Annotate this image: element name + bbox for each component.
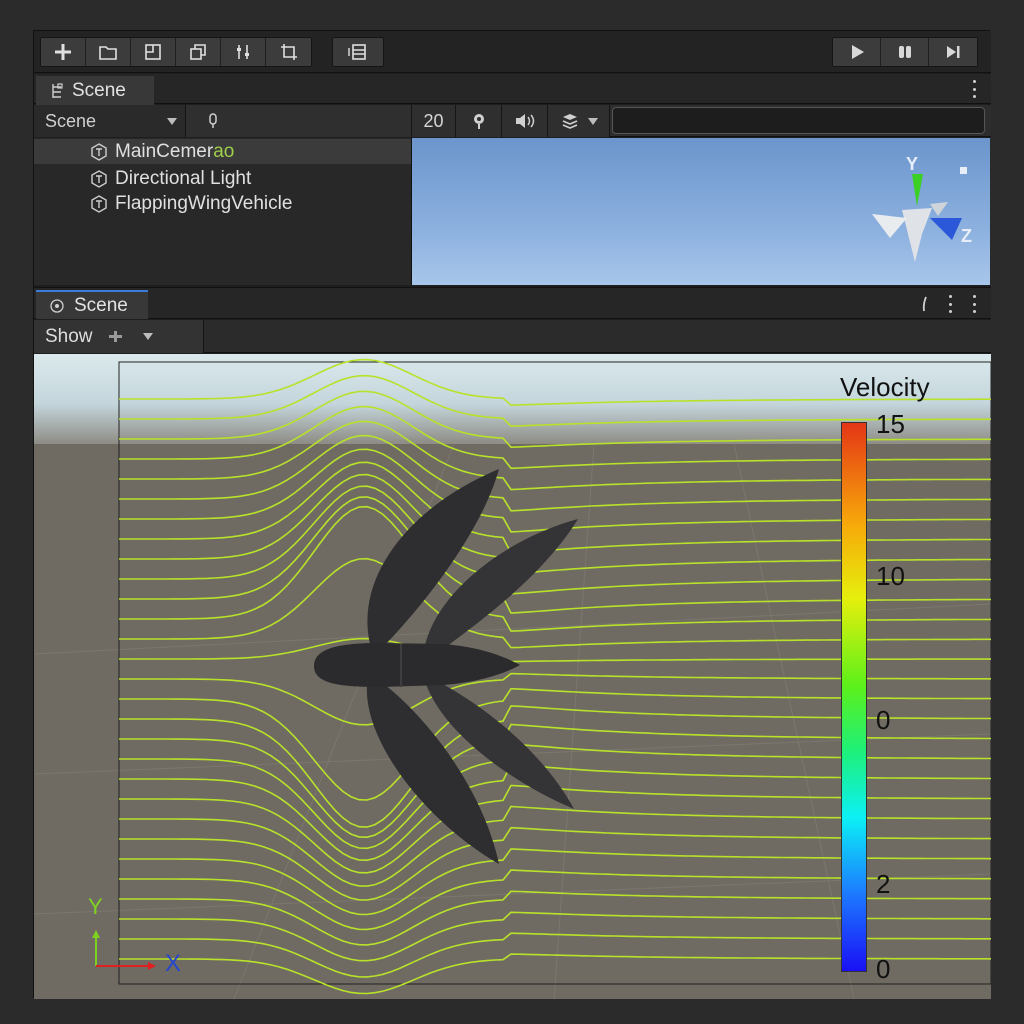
- list-item[interactable]: FlappingWingVehicle: [34, 191, 411, 216]
- tab-label: Scene: [72, 79, 126, 101]
- tab-menu-icon[interactable]: [949, 295, 953, 313]
- stack-icon: [562, 114, 577, 129]
- layers-icon: [190, 44, 206, 60]
- scene-dropdown-value: Scene: [45, 110, 97, 131]
- scene-dropdown[interactable]: Scene: [34, 105, 186, 137]
- colorbar-tick: 0: [876, 705, 891, 735]
- scene-preview[interactable]: Y Z: [411, 138, 990, 285]
- gizmo-center-cube: [902, 208, 932, 234]
- grid-icon: [145, 44, 161, 60]
- mic-icon: [209, 113, 217, 128]
- hierarchy-tab-bar: Scene: [34, 74, 991, 105]
- unity-editor-window: Scene Scene 20 MainCemerao Directional L…: [33, 30, 991, 999]
- search-input[interactable]: [612, 107, 985, 134]
- folder-icon: [99, 46, 117, 60]
- sliders-icon: [237, 45, 249, 59]
- hierarchy-icon: [52, 82, 63, 98]
- colorbar-tick: 0: [876, 954, 891, 984]
- play-button[interactable]: [833, 38, 881, 66]
- gizmo-corner-dot: [960, 167, 967, 174]
- count-field[interactable]: 20: [412, 105, 456, 137]
- layers-dropdown[interactable]: [548, 105, 610, 137]
- crop-icon: [280, 44, 297, 60]
- scene-tab-bar: Scene: [34, 287, 991, 319]
- colorbar-tick: 10: [876, 561, 905, 591]
- step-button[interactable]: [929, 38, 977, 66]
- transform-button[interactable]: [176, 38, 221, 66]
- scene-icon: [50, 298, 64, 313]
- scene-viewport[interactable]: Velocity 15 10 0 2 0 Y X: [34, 354, 991, 999]
- folder-button[interactable]: [86, 38, 131, 66]
- window-menu-icon[interactable]: [973, 295, 977, 313]
- tab-scene-hierarchy[interactable]: Scene: [36, 76, 154, 105]
- pause-icon: [898, 46, 911, 58]
- speaker-icon: [515, 114, 534, 128]
- layout-icon: [348, 44, 366, 60]
- colorbar-tick: 2: [876, 869, 891, 899]
- axis-y-label: Y: [88, 894, 103, 919]
- count-value: 20: [423, 110, 444, 131]
- gizmo-x-cone: [872, 214, 907, 238]
- orientation-gizmo[interactable]: Y Z: [412, 138, 991, 285]
- tab-menu-icon[interactable]: [973, 80, 977, 98]
- pin-tab-icon[interactable]: [921, 295, 929, 313]
- hierarchy-toolbar: Scene 20: [34, 105, 991, 137]
- layout-button[interactable]: [332, 37, 384, 67]
- chevron-down-icon: [167, 118, 177, 125]
- scene-view-toolbar: Show: [34, 320, 991, 353]
- gameobject-icon: [91, 194, 107, 213]
- gizmo-z-cone: [930, 218, 962, 240]
- pivot-button[interactable]: [221, 38, 266, 66]
- pin-icon: [473, 114, 484, 129]
- axis-x-label: X: [165, 950, 182, 977]
- tool-group: [40, 37, 312, 67]
- gizmo-button[interactable]: [456, 105, 502, 137]
- colorbar-tick: 15: [876, 409, 905, 439]
- list-item[interactable]: MainCemerao: [34, 139, 411, 164]
- mic-button[interactable]: [186, 105, 412, 137]
- rect-tool-button[interactable]: [131, 38, 176, 66]
- chevron-down-icon: [587, 117, 598, 125]
- add-icon: [55, 44, 71, 60]
- gameobject-icon: [91, 142, 107, 161]
- playback-group: [832, 37, 978, 67]
- gizmo-y-cone: [912, 174, 923, 206]
- gizmos-icon: [108, 330, 122, 342]
- gizmo-neg-cone: [930, 202, 948, 216]
- hierarchy-item-label: MainCemerao: [115, 140, 235, 162]
- tab-label: Scene: [74, 294, 128, 316]
- play-icon: [851, 45, 864, 59]
- step-icon: [947, 46, 960, 58]
- show-label: Show: [45, 325, 93, 347]
- gizmo-y-label: Y: [906, 154, 918, 174]
- legend-title: Velocity: [840, 372, 930, 402]
- gameobject-icon: [91, 169, 107, 188]
- hierarchy-item-label: FlappingWingVehicle: [115, 192, 293, 214]
- chevron-down-icon: [142, 333, 153, 340]
- gizmo-z-label: Z: [961, 226, 972, 246]
- audio-button[interactable]: [502, 105, 548, 137]
- crop-button[interactable]: [266, 38, 311, 66]
- add-button[interactable]: [41, 38, 86, 66]
- main-toolbar: [34, 31, 991, 73]
- show-dropdown[interactable]: Show: [34, 320, 204, 353]
- tab-scene-view[interactable]: Scene: [36, 290, 148, 319]
- hierarchy-list: MainCemerao Directional Light FlappingWi…: [34, 138, 411, 285]
- hierarchy-item-label: Directional Light: [115, 167, 252, 189]
- gizmo-neg-y-cone: [908, 234, 922, 262]
- pause-button[interactable]: [881, 38, 929, 66]
- velocity-colorbar: [841, 422, 867, 972]
- list-item[interactable]: Directional Light: [34, 166, 411, 191]
